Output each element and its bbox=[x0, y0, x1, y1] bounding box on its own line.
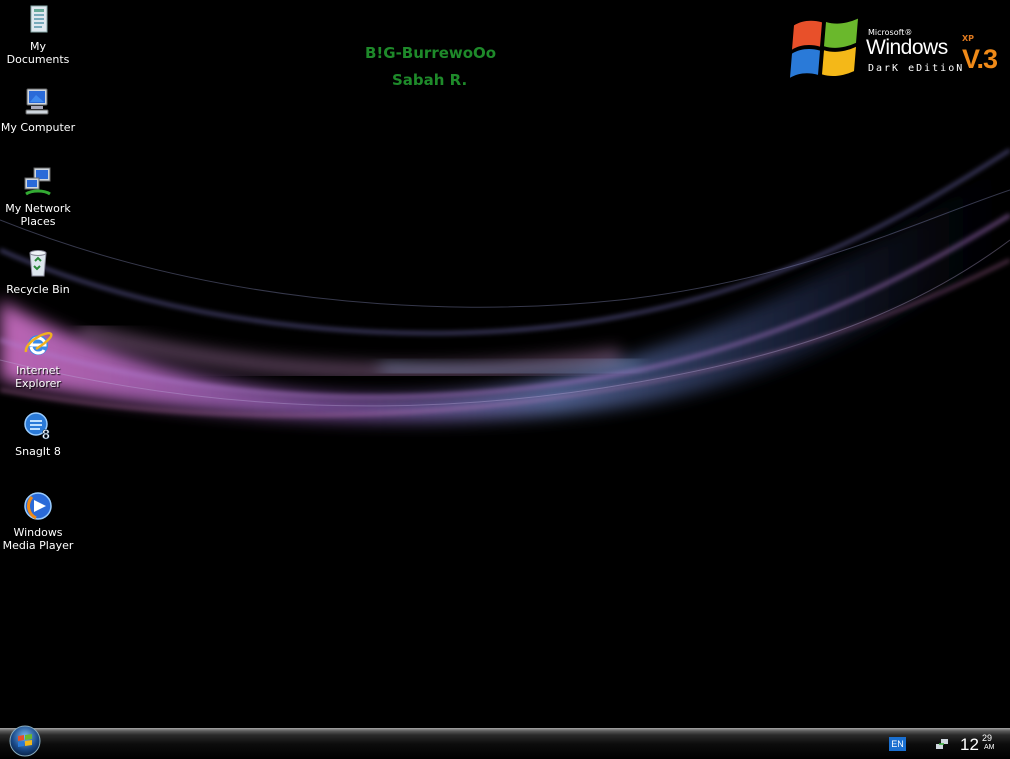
desktop-icon-recycle-bin[interactable]: Recycle Bin bbox=[0, 247, 76, 296]
desktop-icon-label: My Documents bbox=[6, 40, 70, 66]
my-computer-icon bbox=[25, 88, 49, 115]
logo-edition-text: DarK eDitioN bbox=[868, 63, 965, 74]
internet-explorer-icon bbox=[24, 331, 53, 355]
recycle-bin-icon bbox=[29, 250, 47, 277]
desktop-icon-my-documents[interactable]: My Documents bbox=[0, 4, 76, 66]
clock-hours: 12 bbox=[960, 735, 979, 754]
logo-version-text: V.3 bbox=[962, 44, 998, 74]
svg-text:8: 8 bbox=[42, 426, 50, 441]
start-orb-icon bbox=[9, 725, 41, 757]
windows-xp-dark-edition-logo: Microsoft® Windows XP DarK eDitioN V.3 bbox=[788, 12, 998, 84]
desktop-wallpaper bbox=[0, 148, 1010, 421]
taskbar: EN 12 29 AM bbox=[0, 725, 1010, 759]
logo-windows-text: Windows bbox=[866, 36, 948, 59]
desktop-icon-my-network-places[interactable]: My Network Places bbox=[0, 166, 76, 228]
desktop-icon-my-computer[interactable]: My Computer bbox=[0, 85, 76, 134]
logo-xp-text: XP bbox=[962, 34, 975, 43]
wallpaper-swoosh bbox=[0, 148, 1010, 421]
snagit-icon: 8 bbox=[24, 412, 50, 441]
signature-line-2: Sabah R. bbox=[392, 71, 468, 89]
desktop-icon-internet-explorer[interactable]: Internet Explorer bbox=[0, 328, 76, 390]
desktop-icon-label: My Computer bbox=[0, 121, 76, 134]
desktop-icon-label: Windows Media Player bbox=[2, 526, 74, 552]
clock-ampm: AM bbox=[984, 744, 995, 751]
desktop-icon-windows-media-player[interactable]: Windows Media Player bbox=[0, 490, 76, 552]
desktop-icon-label: Internet Explorer bbox=[15, 364, 61, 390]
signature-line-1: B!G-BurrewoOo bbox=[365, 44, 497, 62]
network-connection-icon[interactable] bbox=[934, 736, 950, 752]
start-button[interactable] bbox=[6, 725, 44, 759]
desktop-icon-label: SnagIt 8 bbox=[15, 445, 61, 458]
network-places-icon bbox=[24, 167, 51, 196]
windows-flag-icon bbox=[790, 18, 858, 78]
desktop-icon-label: My Network Places bbox=[5, 202, 71, 228]
desktop-icon-snagit[interactable]: 8 SnagIt 8 bbox=[0, 409, 76, 458]
language-indicator[interactable]: EN bbox=[889, 737, 906, 751]
my-documents-icon bbox=[30, 5, 48, 33]
desktop-icon-label: Recycle Bin bbox=[6, 283, 70, 296]
media-player-icon bbox=[24, 492, 52, 520]
clock-minutes: 29 bbox=[982, 733, 993, 743]
